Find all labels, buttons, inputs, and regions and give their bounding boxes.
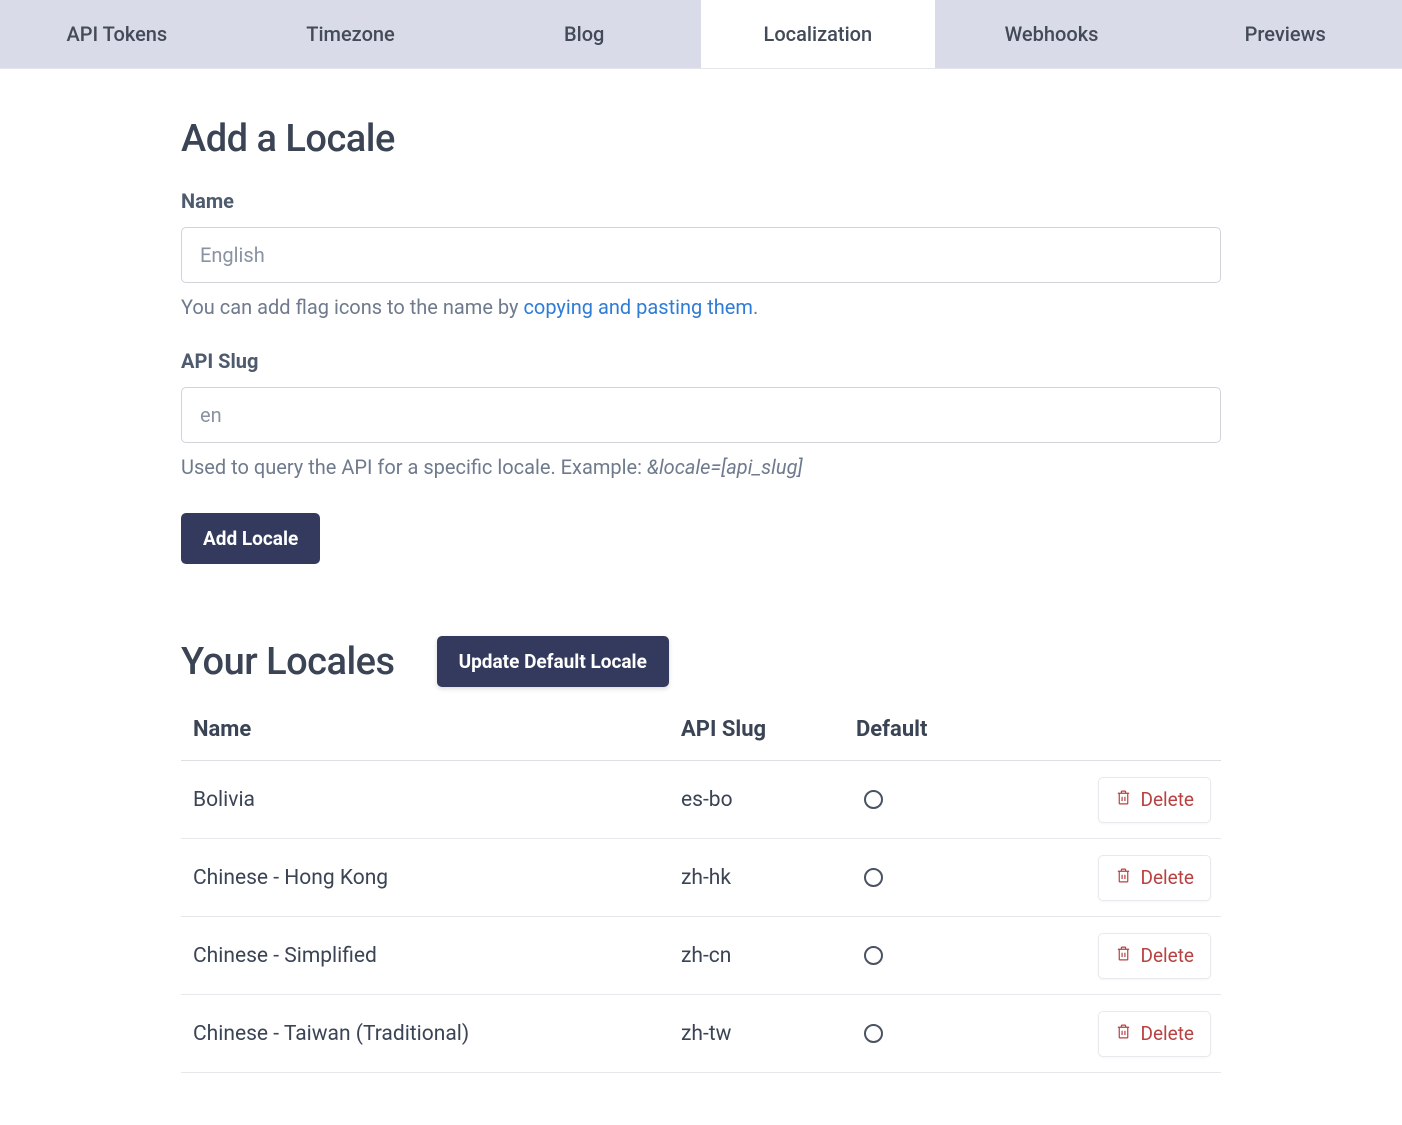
slug-hint-example: &locale=[api_slug] <box>647 455 803 479</box>
name-hint-suffix: . <box>753 295 758 319</box>
update-default-locale-button[interactable]: Update Default Locale <box>437 636 669 687</box>
delete-button[interactable]: Delete <box>1098 855 1211 901</box>
table-header-slug: API Slug <box>681 717 856 742</box>
default-radio[interactable] <box>864 790 883 809</box>
table-row: Chinese - Taiwan (Traditional)zh-tw Delet… <box>181 995 1221 1073</box>
name-hint-prefix: You can add flag icons to the name by <box>181 295 523 319</box>
name-hint: You can add flag icons to the name by co… <box>181 295 1221 319</box>
locales-table: Name API Slug Default Boliviaes-bo Delete… <box>181 717 1221 1073</box>
tab-blog[interactable]: Blog <box>467 0 701 68</box>
table-row: Boliviaes-bo Delete <box>181 761 1221 839</box>
locale-slug: es-bo <box>681 788 856 812</box>
locale-name: Bolivia <box>181 788 681 812</box>
slug-label: API Slug <box>181 349 1221 373</box>
default-radio[interactable] <box>864 946 883 965</box>
trash-icon <box>1115 1022 1132 1046</box>
delete-label: Delete <box>1140 866 1194 889</box>
table-header-name: Name <box>181 717 681 742</box>
table-row: Chinese - Hong Kongzh-hk Delete <box>181 839 1221 917</box>
delete-button[interactable]: Delete <box>1098 777 1211 823</box>
name-input[interactable] <box>181 227 1221 283</box>
your-locales-title: Your Locales <box>181 640 395 684</box>
locale-name: Chinese - Taiwan (Traditional) <box>181 1022 681 1046</box>
trash-icon <box>1115 944 1132 968</box>
table-row: Chinese - Simplifiedzh-cn Delete <box>181 917 1221 995</box>
tab-api-tokens[interactable]: API Tokens <box>0 0 234 68</box>
locale-slug: zh-hk <box>681 866 856 890</box>
table-header-default: Default <box>856 717 1036 742</box>
slug-hint: Used to query the API for a specific loc… <box>181 455 1221 479</box>
trash-icon <box>1115 866 1132 890</box>
name-label: Name <box>181 189 1221 213</box>
delete-button[interactable]: Delete <box>1098 933 1211 979</box>
add-locale-button[interactable]: Add Locale <box>181 513 320 564</box>
locale-name: Chinese - Simplified <box>181 944 681 968</box>
tab-bar: API TokensTimezoneBlogLocalizationWebhoo… <box>0 0 1402 69</box>
locale-name: Chinese - Hong Kong <box>181 866 681 890</box>
locale-slug: zh-tw <box>681 1022 856 1046</box>
locale-slug: zh-cn <box>681 944 856 968</box>
flag-icons-link[interactable]: copying and pasting them <box>523 295 753 319</box>
add-locale-title: Add a Locale <box>181 117 1221 161</box>
delete-label: Delete <box>1140 944 1194 967</box>
slug-hint-text: Used to query the API for a specific loc… <box>181 455 647 479</box>
default-radio[interactable] <box>864 868 883 887</box>
tab-webhooks[interactable]: Webhooks <box>935 0 1169 68</box>
trash-icon <box>1115 788 1132 812</box>
tab-previews[interactable]: Previews <box>1168 0 1402 68</box>
delete-label: Delete <box>1140 788 1194 811</box>
tab-timezone[interactable]: Timezone <box>234 0 468 68</box>
tab-localization[interactable]: Localization <box>701 0 935 68</box>
delete-button[interactable]: Delete <box>1098 1011 1211 1057</box>
default-radio[interactable] <box>864 1024 883 1043</box>
delete-label: Delete <box>1140 1022 1194 1045</box>
slug-input[interactable] <box>181 387 1221 443</box>
